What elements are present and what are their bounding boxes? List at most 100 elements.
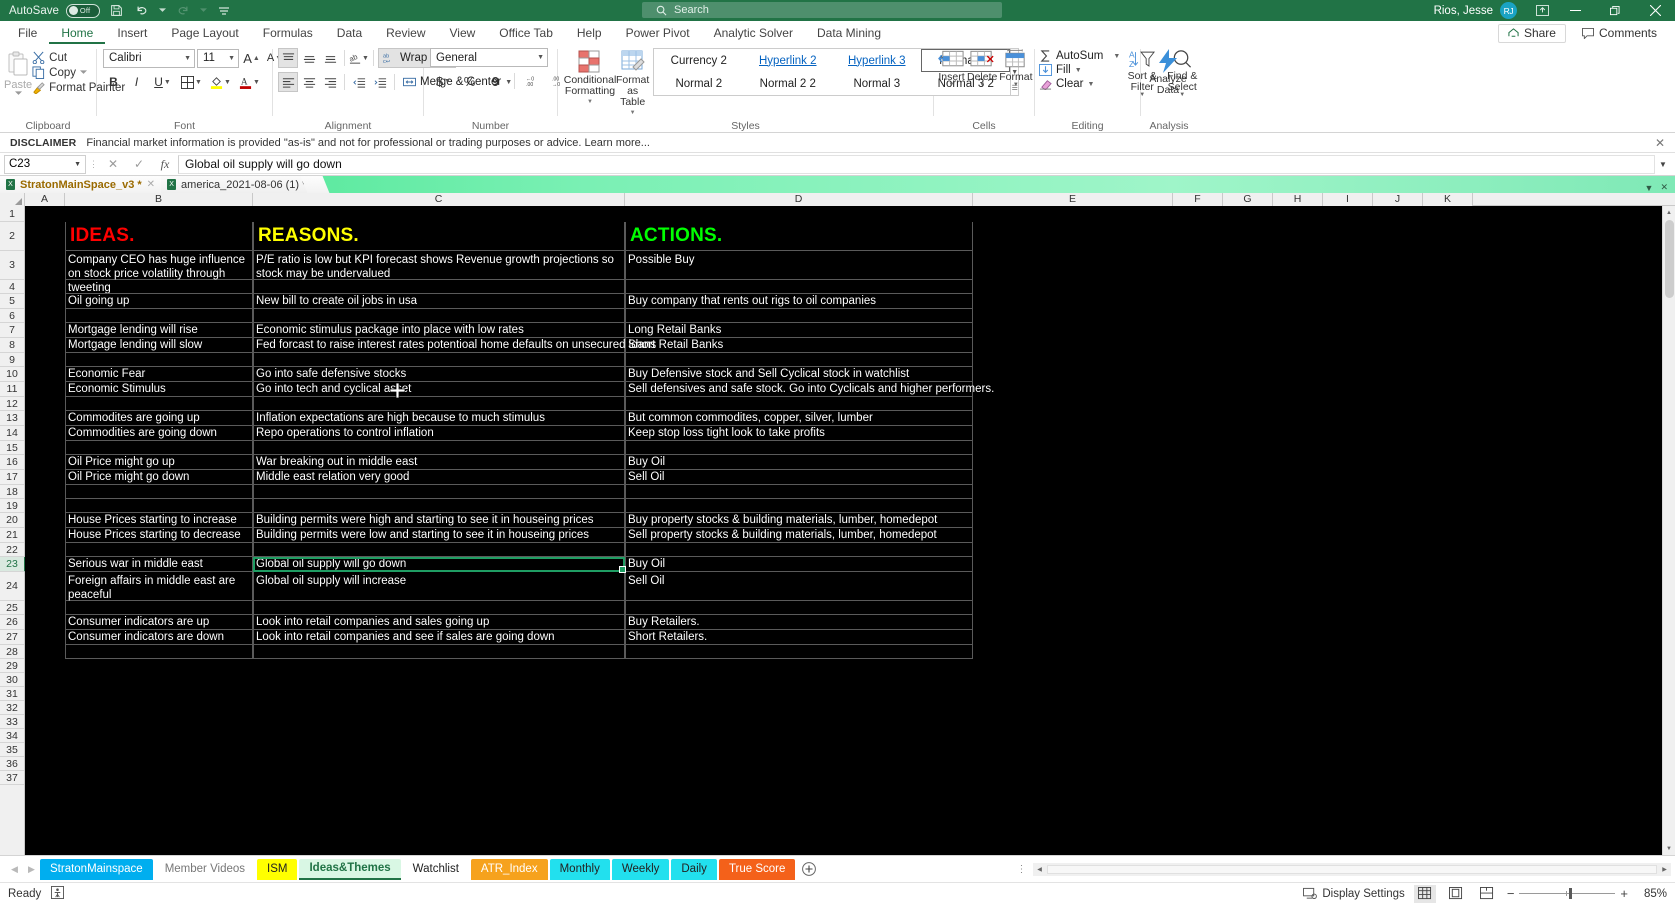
cell-F29[interactable]	[1173, 659, 1223, 673]
cell-D27[interactable]: Short Retailers.	[625, 630, 973, 645]
tab-view[interactable]: View	[438, 22, 488, 44]
cell-H12[interactable]	[1273, 397, 1323, 411]
cell-J29[interactable]	[1373, 659, 1423, 673]
decrease-indent-button[interactable]	[349, 72, 369, 92]
analyze-data-button[interactable]: Analyze Data	[1143, 48, 1193, 96]
cell-D6[interactable]	[625, 309, 973, 323]
row-header-11[interactable]: 11	[0, 382, 24, 397]
cell-I6[interactable]	[1323, 309, 1373, 323]
cell-D3[interactable]: Possible Buy	[625, 251, 973, 280]
sheet-tabs-overflow-icon[interactable]: ⋮	[1011, 864, 1033, 875]
tab-insert[interactable]: Insert	[105, 22, 159, 44]
autosum-button[interactable]: AutoSum ▼	[1039, 50, 1120, 62]
row-header-35[interactable]: 35	[0, 743, 24, 757]
tab-office-tab[interactable]: Office Tab	[487, 22, 565, 44]
cell-D8[interactable]: Short Retail Banks	[625, 338, 973, 353]
cell-G1[interactable]	[1223, 206, 1273, 222]
cell-D4[interactable]	[625, 280, 973, 294]
page-layout-view-button[interactable]	[1445, 885, 1467, 903]
cell-H7[interactable]	[1273, 323, 1323, 338]
cell-H14[interactable]	[1273, 426, 1323, 441]
cell-I33[interactable]	[1323, 715, 1373, 729]
formula-input[interactable]: Global oil supply will go down	[178, 155, 1655, 174]
cell-I14[interactable]	[1323, 426, 1373, 441]
row-header-10[interactable]: 10	[0, 367, 24, 382]
cell-I26[interactable]	[1323, 615, 1373, 630]
cell-E21[interactable]	[973, 528, 1173, 543]
cell-K28[interactable]	[1423, 645, 1473, 659]
cell-H29[interactable]	[1273, 659, 1323, 673]
increase-indent-button[interactable]	[370, 72, 390, 92]
cell-J30[interactable]	[1373, 673, 1423, 687]
cell-H28[interactable]	[1273, 645, 1323, 659]
tab-review[interactable]: Review	[374, 22, 437, 44]
cell-C14[interactable]: Repo operations to control inflation	[253, 426, 625, 441]
cell-I13[interactable]	[1323, 411, 1373, 426]
zoom-in-button[interactable]: +	[1620, 889, 1628, 899]
row-header-26[interactable]: 26	[0, 615, 24, 630]
cell-D11[interactable]: Sell defensives and safe stock. Go into …	[625, 382, 973, 397]
cell-I28[interactable]	[1323, 645, 1373, 659]
cell-E35[interactable]	[973, 743, 1173, 757]
cell-K12[interactable]	[1423, 397, 1473, 411]
cell-H26[interactable]	[1273, 615, 1323, 630]
column-header-c[interactable]: C	[253, 193, 625, 206]
cell-H35[interactable]	[1273, 743, 1323, 757]
cell-B13[interactable]: Commodites are going up	[65, 411, 253, 426]
row-header-1[interactable]: 1	[0, 206, 24, 222]
cell-E2[interactable]	[973, 222, 1173, 251]
cell-H8[interactable]	[1273, 338, 1323, 353]
cell-I9[interactable]	[1323, 353, 1373, 367]
cell-D33[interactable]	[625, 715, 973, 729]
cell-D21[interactable]: Sell property stocks & building material…	[625, 528, 973, 543]
cell-A10[interactable]	[25, 367, 65, 382]
cell-K15[interactable]	[1423, 441, 1473, 455]
next-sheet-icon[interactable]: ▶	[23, 858, 40, 880]
cell-J3[interactable]	[1373, 251, 1423, 280]
cell-K7[interactable]	[1423, 323, 1473, 338]
fill-button[interactable]: Fill ▼	[1039, 64, 1120, 76]
cell-A20[interactable]	[25, 513, 65, 528]
name-box[interactable]: C23 ▼	[4, 155, 86, 174]
cell-A24[interactable]	[25, 572, 65, 601]
workbook-tabs-menu-icon[interactable]: ▼	[1645, 183, 1654, 193]
cell-B11[interactable]: Economic Stimulus	[65, 382, 253, 397]
cell-E7[interactable]	[973, 323, 1173, 338]
cell-A1[interactable]	[25, 206, 65, 222]
cell-C3[interactable]: P/E ratio is low but KPI forecast shows …	[253, 251, 625, 280]
cell-E11[interactable]	[973, 382, 1173, 397]
cell-A19[interactable]	[25, 499, 65, 513]
cell-G7[interactable]	[1223, 323, 1273, 338]
cell-D28[interactable]	[625, 645, 973, 659]
cell-B17[interactable]: Oil Price might go down	[65, 470, 253, 485]
accounting-format-button[interactable]: $▼	[433, 71, 454, 91]
cell-C21[interactable]: Building permits were low and starting t…	[253, 528, 625, 543]
undo-icon[interactable]	[133, 2, 152, 20]
restore-button[interactable]	[1595, 0, 1635, 21]
cell-A17[interactable]	[25, 470, 65, 485]
cell-D18[interactable]	[625, 485, 973, 499]
cell-F36[interactable]	[1173, 757, 1223, 771]
cell-B16[interactable]: Oil Price might go up	[65, 455, 253, 470]
cell-K24[interactable]	[1423, 572, 1473, 601]
cell-F35[interactable]	[1173, 743, 1223, 757]
insert-function-button[interactable]: fx	[152, 154, 178, 174]
cell-H37[interactable]	[1273, 771, 1323, 785]
cell-J14[interactable]	[1373, 426, 1423, 441]
cell-E12[interactable]	[973, 397, 1173, 411]
cell-A13[interactable]	[25, 411, 65, 426]
cell-B26[interactable]: Consumer indicators are up	[65, 615, 253, 630]
cell-G8[interactable]	[1223, 338, 1273, 353]
cell-G25[interactable]	[1223, 601, 1273, 615]
cell-B12[interactable]	[65, 397, 253, 411]
cell-G6[interactable]	[1223, 309, 1273, 323]
cell-A35[interactable]	[25, 743, 65, 757]
cell-E24[interactable]	[973, 572, 1173, 601]
cell-J7[interactable]	[1373, 323, 1423, 338]
align-top-button[interactable]	[278, 48, 298, 68]
share-button[interactable]: Share	[1498, 24, 1566, 43]
cell-J28[interactable]	[1373, 645, 1423, 659]
cell-J4[interactable]	[1373, 280, 1423, 294]
row-header-37[interactable]: 37	[0, 771, 24, 785]
cell-I12[interactable]	[1323, 397, 1373, 411]
